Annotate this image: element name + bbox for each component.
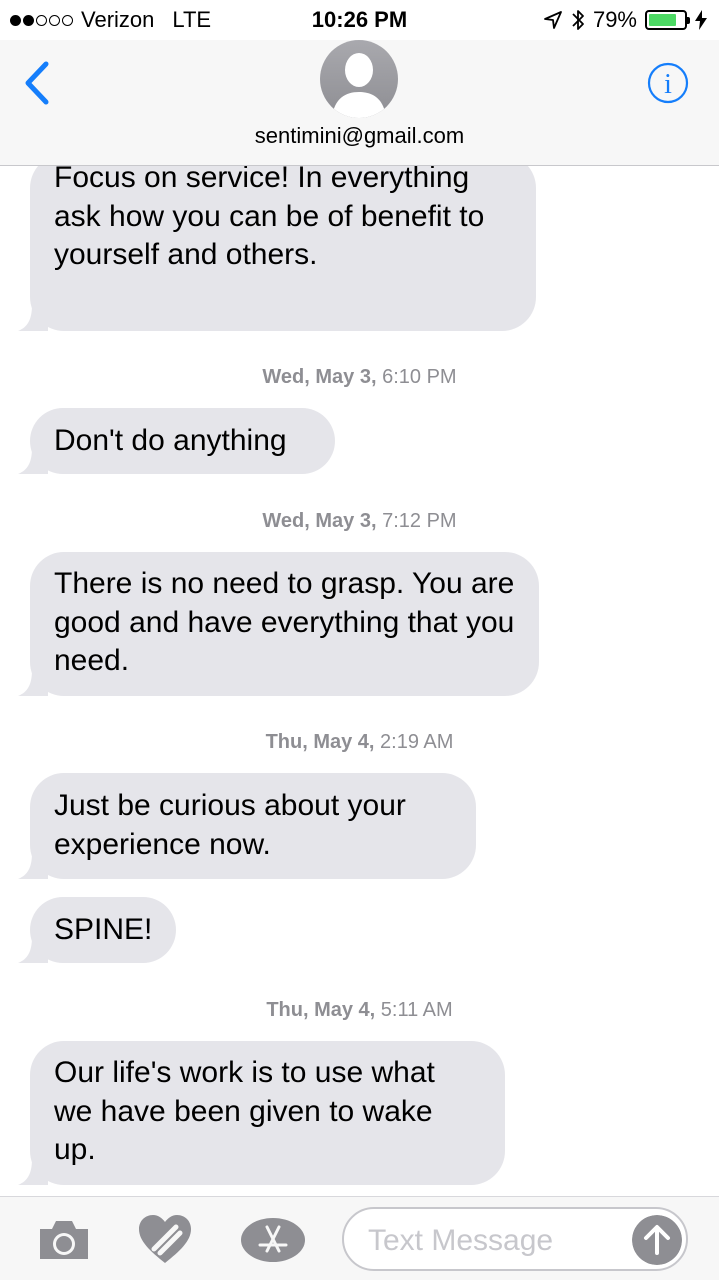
bubble-tail <box>18 849 48 879</box>
info-icon[interactable]: i <box>647 62 689 104</box>
timestamp-day: Wed, May 3, <box>262 366 377 388</box>
bluetooth-icon <box>572 10 584 30</box>
timestamp-time: 7:12 PM <box>382 510 457 532</box>
svg-text:i: i <box>664 69 672 100</box>
status-bar-right: 79% <box>543 7 707 33</box>
message-bubble[interactable]: Focus on service! In everything ask how … <box>18 166 536 331</box>
message-bubble[interactable]: SPINE! <box>18 897 176 963</box>
battery-icon <box>645 10 690 30</box>
battery-percent: 79% <box>592 7 637 32</box>
contact-name[interactable]: sentimini@gmail.com <box>0 123 719 149</box>
message-thread[interactable]: Focus on service! In everything ask how … <box>0 166 719 1196</box>
location-icon <box>544 11 562 29</box>
back-chevron-icon[interactable] <box>18 60 58 106</box>
message-bubble[interactable]: Don't do anything <box>18 408 335 474</box>
timestamp: Thu, May 4, 2:19 AM <box>0 731 719 754</box>
message-input-field[interactable] <box>342 1207 688 1271</box>
status-bar: Verizon LTE 10:26 PM 79% <box>0 0 719 40</box>
bubble-tail <box>18 933 48 963</box>
camera-icon[interactable] <box>36 1217 92 1263</box>
timestamp-day: Thu, May 4, <box>265 731 375 753</box>
message-text: SPINE! <box>54 913 153 946</box>
timestamp-day: Wed, May 3, <box>262 510 377 532</box>
timestamp: Wed, May 3, 6:10 PM <box>0 366 719 389</box>
bubble-tail <box>18 1155 48 1185</box>
message-text: Our life's work is to use what we have b… <box>54 1056 435 1166</box>
battery-level <box>649 14 676 26</box>
message-input[interactable] <box>368 1221 618 1261</box>
timestamp-time: 2:19 AM <box>380 731 454 753</box>
compose-bar <box>0 1196 719 1280</box>
timestamp: Wed, May 3, 7:12 PM <box>0 510 719 533</box>
timestamp-time: 5:11 AM <box>380 999 453 1021</box>
timestamp-time: 6:10 PM <box>382 366 457 388</box>
conversation-header: sentimini@gmail.com i <box>0 40 719 166</box>
message-text: Don't do anything <box>54 424 287 457</box>
message-text: Just be curious about your experience no… <box>54 789 406 861</box>
message-bubble[interactable]: Just be curious about your experience no… <box>18 773 476 879</box>
bubble-tail <box>18 444 48 474</box>
bubble-tail <box>18 301 48 331</box>
contact-avatar[interactable] <box>320 40 398 118</box>
timestamp-day: Thu, May 4, <box>266 999 376 1021</box>
message-bubble[interactable]: Our life's work is to use what we have b… <box>18 1041 505 1185</box>
bubble-tail <box>18 666 48 696</box>
person-silhouette-icon <box>332 53 386 118</box>
message-bubble[interactable]: There is no need to grasp. You are good … <box>18 552 539 696</box>
message-text: Focus on service! In everything ask how … <box>54 166 485 271</box>
charging-bolt-icon <box>695 10 707 30</box>
digital-touch-icon[interactable] <box>136 1213 194 1265</box>
send-button[interactable] <box>632 1215 682 1265</box>
message-text: There is no need to grasp. You are good … <box>54 567 515 677</box>
app-store-icon[interactable] <box>240 1217 306 1263</box>
timestamp: Thu, May 4, 5:11 AM <box>0 999 719 1022</box>
